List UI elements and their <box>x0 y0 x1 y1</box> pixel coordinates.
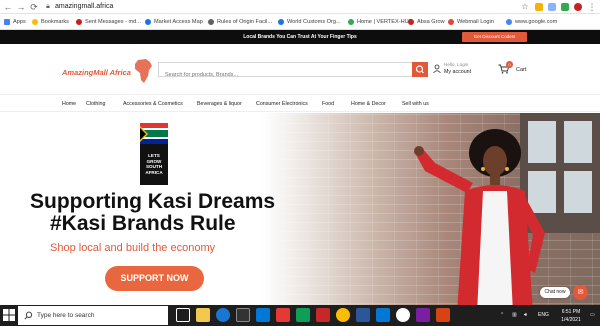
extension-icon[interactable] <box>561 3 569 11</box>
excel-icon[interactable] <box>296 308 310 322</box>
nav-consumer-electronics[interactable]: Consumer Electronics <box>256 95 308 113</box>
star-icon <box>32 19 38 25</box>
extension-icon[interactable] <box>548 3 556 11</box>
site-logo[interactable]: AmazingMall Africa <box>62 68 131 77</box>
nav-home[interactable]: Home <box>62 95 76 113</box>
powerpoint-icon[interactable] <box>316 308 330 322</box>
bookmark-favicon <box>348 19 354 25</box>
bookmark-favicon <box>448 19 454 25</box>
bookmark-favicon <box>408 19 414 25</box>
search-box <box>158 62 428 82</box>
bookmarks-bar: Apps Bookmarks Sent Messages - md... Mar… <box>0 14 600 30</box>
chat-icon[interactable]: ✉︎ <box>573 285 588 300</box>
cart-count-badge: 0 <box>506 61 513 68</box>
hero-headline-2: #Kasi Brands Rule <box>50 212 236 235</box>
bookmark-favicon <box>278 19 284 25</box>
hero-banner: LETS GROW SOUTH AFRICA Supporting Kasi D… <box>0 113 600 313</box>
bookmark-world-customs[interactable]: World Customs Org... <box>278 14 341 30</box>
hero-model-image <box>414 129 545 313</box>
address-bar[interactable]: amazingmall.africa <box>55 1 113 12</box>
nav-sell-with-us[interactable]: Sell with us <box>402 95 429 113</box>
taskbar-search-placeholder: Type here to search <box>37 312 95 319</box>
bookmark-market-access[interactable]: Market Access Map <box>145 14 203 30</box>
mail-icon[interactable] <box>256 308 270 322</box>
africa-map-icon <box>135 59 152 83</box>
tray-chevron-icon[interactable]: ⌃ <box>500 306 504 325</box>
bookmark-absa-grow[interactable]: Absa Grow <box>408 14 445 30</box>
search-button[interactable] <box>412 62 428 77</box>
promo-bar: Local Brands You Can Trust At Your Finge… <box>0 30 600 44</box>
nav-clothing[interactable]: Clothing <box>86 95 105 113</box>
bookmark-apps[interactable]: Apps <box>4 14 26 30</box>
reload-icon[interactable]: ⟳ <box>29 2 39 12</box>
volume-icon[interactable]: 🔊︎ <box>524 306 527 325</box>
bookmark-google[interactable]: www.google.com <box>506 14 557 30</box>
hero-headline-1: Supporting Kasi Dreams <box>30 190 276 213</box>
login-link[interactable]: Hello, Login <box>444 62 468 67</box>
bookmark-favicon <box>208 19 214 25</box>
bookmark-vertex-hub[interactable]: Home | VERTEX-HUB <box>348 14 412 30</box>
bookmark-favicon <box>506 19 512 25</box>
edge-icon[interactable] <box>216 308 230 322</box>
outlook-icon[interactable] <box>376 308 390 322</box>
bookmark-webmail[interactable]: Webmail Login <box>448 14 494 30</box>
star-icon[interactable]: ☆ <box>520 2 530 12</box>
office-icon[interactable] <box>276 308 290 322</box>
lock-icon[interactable]: 🔒︎ <box>43 2 53 12</box>
word-icon[interactable] <box>356 308 370 322</box>
search-input[interactable] <box>159 68 399 82</box>
chat-now-label[interactable]: Chat now <box>540 287 570 298</box>
clock-time: 6:51 PM <box>561 309 581 315</box>
user-icon[interactable] <box>433 64 441 73</box>
notification-icon[interactable]: ▭ <box>590 306 595 325</box>
profile-avatar[interactable] <box>574 3 582 11</box>
bookmark-bookmarks[interactable]: Bookmarks <box>32 14 69 30</box>
bookmark-sent-messages[interactable]: Sent Messages - md... <box>76 14 141 30</box>
bookmark-favicon <box>76 19 82 25</box>
forward-icon[interactable]: → <box>16 2 26 12</box>
nav-accessories-cosmetics[interactable]: Accessories & Cosmetics <box>123 95 183 113</box>
search-icon <box>24 311 33 320</box>
support-now-button[interactable]: SUPPORT NOW <box>105 266 204 291</box>
app-icon[interactable] <box>436 308 450 322</box>
discount-codes-button[interactable]: Get Discount Codes! <box>462 32 527 42</box>
language-icon[interactable]: ENG <box>538 306 549 325</box>
clock-date: 1/4/2021 <box>561 317 581 323</box>
chrome-icon[interactable] <box>336 308 350 322</box>
app-icon[interactable] <box>416 308 430 322</box>
app-icon[interactable] <box>396 308 410 322</box>
main-nav: Home Clothing Accessories & Cosmetics Be… <box>0 94 600 112</box>
file-explorer-icon[interactable] <box>196 308 210 322</box>
taskbar-clock[interactable]: 6:51 PM 1/4/2021 <box>555 306 587 324</box>
cart-link[interactable]: Cart <box>516 67 526 73</box>
nav-beverages-liquor[interactable]: Beverages & liquor <box>197 95 242 113</box>
windows-start-icon[interactable] <box>3 309 15 321</box>
apps-grid-icon <box>4 19 10 25</box>
store-icon[interactable] <box>236 308 250 322</box>
my-account-menu[interactable]: My account <box>444 69 471 75</box>
bookmark-rules-of-origin[interactable]: Rules of Origin Facil... <box>208 14 272 30</box>
hero-subheadline: Shop local and build the economy <box>50 242 216 254</box>
browser-toolbar: ← → ⟳ 🔒︎ amazingmall.africa ☆ ⋮ <box>0 0 600 14</box>
nav-food[interactable]: Food <box>322 95 334 113</box>
extension-icon[interactable] <box>535 3 543 11</box>
task-view-icon[interactable] <box>176 308 190 322</box>
nav-home-decor[interactable]: Home & Decor <box>351 95 386 113</box>
menu-dots-icon[interactable]: ⋮ <box>587 2 597 12</box>
search-icon <box>415 65 424 74</box>
bookmark-favicon <box>145 19 151 25</box>
back-icon[interactable]: ← <box>3 2 13 12</box>
flag-badge-text: LETS GROW SOUTH AFRICA <box>145 153 163 175</box>
network-icon[interactable]: ▥ <box>512 306 517 325</box>
